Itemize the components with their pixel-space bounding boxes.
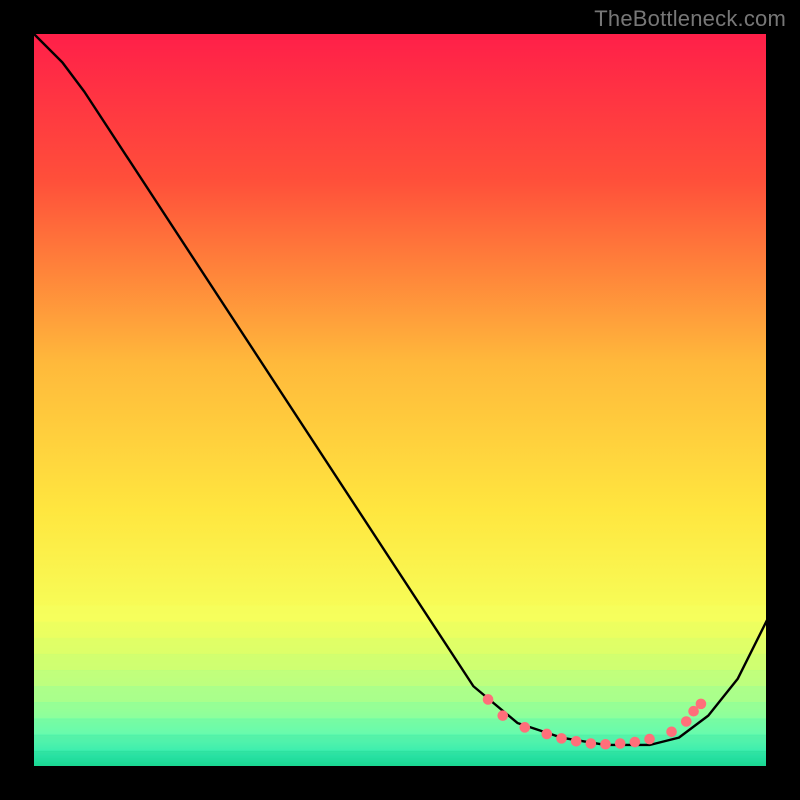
band	[33, 702, 767, 719]
band	[33, 622, 767, 639]
highlight-point	[556, 733, 567, 744]
highlight-point	[483, 694, 494, 705]
band	[33, 751, 767, 767]
band	[33, 719, 767, 736]
highlight-point	[542, 729, 553, 740]
highlight-point	[681, 716, 692, 727]
band	[33, 606, 767, 623]
highlight-point	[696, 699, 707, 710]
highlight-point	[615, 738, 626, 749]
highlight-point	[571, 736, 582, 747]
highlight-point	[666, 726, 677, 737]
chart-frame: TheBottleneck.com	[0, 0, 800, 800]
highlight-point	[519, 722, 530, 733]
band	[33, 686, 767, 703]
highlight-point	[586, 738, 597, 749]
attribution-label: TheBottleneck.com	[594, 6, 786, 32]
highlight-point	[630, 737, 641, 748]
band	[33, 654, 767, 671]
band	[33, 670, 767, 687]
band	[33, 638, 767, 655]
plot-area	[33, 33, 767, 767]
highlight-point	[497, 710, 508, 721]
chart-svg	[33, 33, 767, 767]
highlight-point	[600, 739, 611, 750]
highlight-point	[644, 734, 655, 745]
